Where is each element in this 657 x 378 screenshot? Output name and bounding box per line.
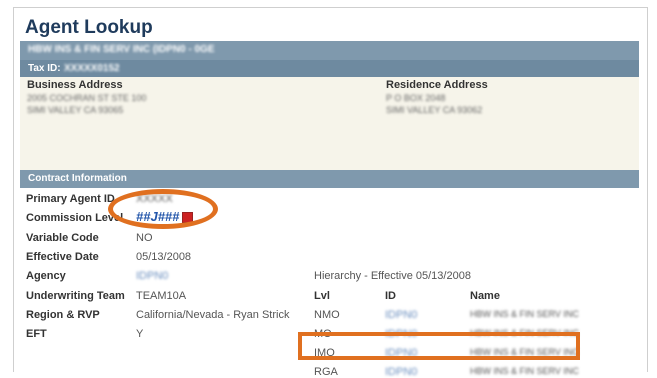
contract-info-bar: Contract Information [20, 170, 639, 188]
imo-row-highlight [298, 332, 580, 360]
agency-header-bar: HBW INS & FIN SERV INC (IDPN0 - 0GE [20, 41, 639, 60]
effective-date-value: 05/13/2008 [136, 251, 192, 263]
residence-address-label: Residence Address [386, 79, 488, 91]
hierarchy-row-lvl: RGA [314, 366, 338, 378]
residence-address-line1: P O BOX 2048 [386, 93, 446, 103]
agency-name: HBW INS & FIN SERV INC (IDPN0 - 0GE [28, 44, 215, 55]
hierarchy-col-name: Name [470, 290, 500, 302]
business-address-label: Business Address [27, 79, 123, 91]
tax-id-bar: Tax ID: XXXXX0152 [20, 60, 639, 77]
underwriting-team-value: TEAM10A [136, 290, 187, 302]
hierarchy-title: Hierarchy - Effective 05/13/2008 [314, 270, 471, 282]
page-title: Agent Lookup [25, 17, 153, 38]
hierarchy-row-id[interactable]: IDPN0 [385, 309, 417, 321]
eft-label: EFT [26, 328, 47, 340]
agent-lookup-panel: Agent Lookup HBW INS & FIN SERV INC (IDP… [13, 7, 648, 378]
hierarchy-row-name: HBW INS & FIN SERV INC [470, 309, 579, 319]
underwriting-team-label: Underwriting Team [26, 290, 125, 302]
variable-code-value: NO [136, 232, 153, 244]
commission-highlight-ellipse [108, 189, 218, 229]
business-address-line1: 2005 COCHRAN ST STE 100 [27, 93, 147, 103]
region-rvp-label: Region & RVP [26, 309, 100, 321]
hierarchy-col-lvl: Lvl [314, 290, 330, 302]
address-section: Business Address 2005 COCHRAN ST STE 100… [20, 77, 639, 171]
hierarchy-row-lvl: NMO [314, 309, 340, 321]
tax-id-label: Tax ID: [28, 63, 61, 74]
eft-value: Y [136, 328, 144, 340]
hierarchy-col-id: ID [385, 290, 396, 302]
residence-address-line2: SIMI VALLEY CA 93062 [386, 105, 483, 115]
primary-agent-label: Primary Agent ID [26, 193, 115, 205]
contract-info-title: Contract Information [28, 173, 127, 184]
tax-id-value: XXXXX0152 [64, 63, 120, 74]
region-rvp-value: California/Nevada - Ryan Strick [136, 309, 290, 321]
agency-label: Agency [26, 270, 66, 282]
agency-value: IDPN0 [136, 270, 169, 282]
variable-code-label: Variable Code [26, 232, 99, 244]
hierarchy-row-id[interactable]: IDPN0 [385, 366, 417, 378]
effective-date-label: Effective Date [26, 251, 99, 263]
business-address-line2: SIMI VALLEY CA 93065 [27, 105, 124, 115]
hierarchy-row-name: HBW INS & FIN SERV INC [470, 366, 579, 376]
